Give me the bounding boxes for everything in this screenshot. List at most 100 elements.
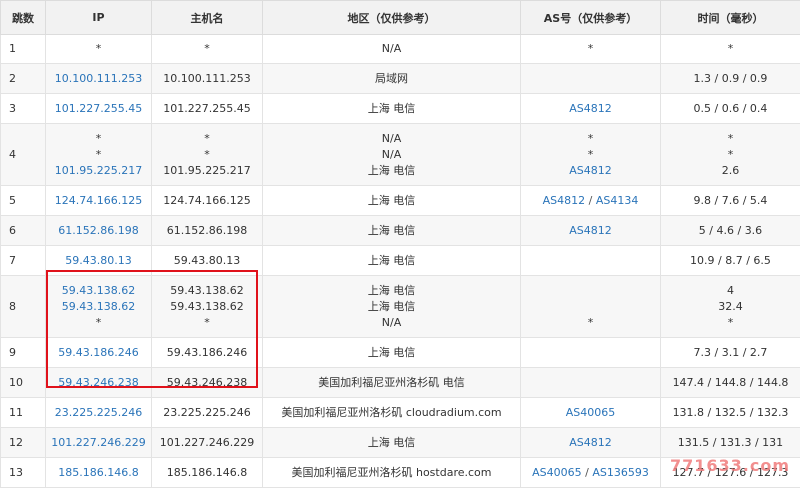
region-cell: N/AN/A上海 电信 [263,124,521,186]
time-cell: 131.5 / 131.3 / 131 [661,428,800,458]
as-link[interactable]: AS4812 [569,436,612,449]
hostname-cell: 101.227.246.229 [152,428,263,458]
hop-number: 8 [9,300,16,313]
as-line: AS4812 [521,101,660,117]
ip-link[interactable]: 101.227.246.229 [51,436,145,449]
as-cell [521,368,661,398]
table-row: 3101.227.255.45101.227.255.45上海 电信AS4812… [1,94,800,124]
ip-line: 59.43.186.246 [46,345,151,361]
region-value: 上海 电信 [263,299,520,315]
time-cell: 9.8 / 7.6 / 5.4 [661,186,800,216]
as-separator: / [585,194,596,207]
as-separator: / [582,466,593,479]
as-link[interactable]: AS4812 [569,102,612,115]
region-value: 上海 电信 [263,163,520,179]
ip-line: 59.43.246.238 [46,375,151,391]
ip-cell: 61.152.86.198 [46,216,152,246]
region-value: 上海 电信 [263,193,520,209]
table-header-row: 跳数 IP 主机名 地区（仅供参考） AS号（仅供参考） 时间（毫秒） [1,1,800,35]
region-value: 上海 电信 [263,435,520,451]
header-hop: 跳数 [1,1,46,35]
as-cell: * [521,35,661,64]
region-cell: 美国加利福尼亚州洛杉矶 cloudradium.com [263,398,521,428]
as-link[interactable]: AS4812 [569,224,612,237]
hostname-cell: 185.186.146.8 [152,458,263,488]
region-value: 美国加利福尼亚州洛杉矶 电信 [263,375,520,391]
time-value: 5 / 4.6 / 3.6 [661,223,800,239]
as-timeout: * [588,42,594,55]
ip-link[interactable]: 59.43.80.13 [65,254,131,267]
hostname-cell: 59.43.186.246 [152,338,263,368]
hop-number: 2 [9,72,16,85]
hop-number: 12 [9,436,23,449]
as-link[interactable]: AS136593 [592,466,649,479]
ip-link[interactable]: 101.95.225.217 [55,164,142,177]
ip-link[interactable]: 59.43.246.238 [58,376,138,389]
as-link[interactable]: AS40065 [566,406,616,419]
as-cell: AS4812 [521,94,661,124]
hostname-value: 59.43.186.246 [152,345,262,361]
time-value: * [661,147,800,163]
as-cell [521,246,661,276]
hostname-cell: 61.152.86.198 [152,216,263,246]
as-line: * [521,147,660,163]
hop-number: 4 [9,148,16,161]
as-link[interactable]: AS4812 [543,194,586,207]
ip-cell: 59.43.186.246 [46,338,152,368]
as-line: * [521,41,660,57]
ip-cell: * [46,35,152,64]
time-cell: 131.8 / 132.5 / 132.3 [661,398,800,428]
ip-line: * [46,147,151,163]
traceroute-table: 跳数 IP 主机名 地区（仅供参考） AS号（仅供参考） 时间（毫秒） 1**N… [0,0,800,488]
as-link[interactable]: AS40065 [532,466,582,479]
hostname-cell: 101.227.255.45 [152,94,263,124]
as-link[interactable]: AS4134 [596,194,639,207]
ip-line: 10.100.111.253 [46,71,151,87]
hop-number: 11 [9,406,23,419]
hop-cell: 9 [1,338,46,368]
ip-link[interactable]: 59.43.186.246 [58,346,138,359]
region-value: 上海 电信 [263,345,520,361]
hop-number: 1 [9,42,16,55]
time-value: * [661,41,800,57]
hop-number: 7 [9,254,16,267]
as-timeout: * [588,148,594,161]
ip-timeout: * [96,316,102,329]
region-value: N/A [263,131,520,147]
ip-link[interactable]: 185.186.146.8 [58,466,138,479]
time-value: * [661,131,800,147]
region-cell: 上海 电信上海 电信N/A [263,276,521,338]
ip-line: 124.74.166.125 [46,193,151,209]
as-line: AS4812 [521,435,660,451]
ip-link[interactable]: 61.152.86.198 [58,224,138,237]
ip-timeout: * [96,42,102,55]
ip-cell: 101.227.255.45 [46,94,152,124]
hostname-value: 101.95.225.217 [152,163,262,179]
ip-line: * [46,315,151,331]
ip-cell: 185.186.146.8 [46,458,152,488]
table-row: 1059.43.246.23859.43.246.238美国加利福尼亚州洛杉矶 … [1,368,800,398]
as-cell: AS4812 / AS4134 [521,186,661,216]
ip-cell: 59.43.80.13 [46,246,152,276]
as-line: AS4812 [521,163,660,179]
ip-link[interactable]: 23.225.225.246 [55,406,142,419]
ip-link[interactable]: 101.227.255.45 [55,102,142,115]
time-value: 147.4 / 144.8 / 144.8 [661,375,800,391]
hop-number: 6 [9,224,16,237]
ip-line: * [46,131,151,147]
as-cell: AS4812 [521,428,661,458]
hop-cell: 12 [1,428,46,458]
hop-cell: 3 [1,94,46,124]
hop-cell: 4 [1,124,46,186]
time-value: 4 [661,283,800,299]
as-cell: AS40065 / AS136593 [521,458,661,488]
region-cell: 局域网 [263,64,521,94]
ip-link[interactable]: 59.43.138.62 [62,284,135,297]
as-link[interactable]: AS4812 [569,164,612,177]
ip-link[interactable]: 10.100.111.253 [55,72,142,85]
as-line: AS40065 / AS136593 [521,465,660,481]
as-line [521,71,660,87]
ip-link[interactable]: 124.74.166.125 [55,194,142,207]
ip-link[interactable]: 59.43.138.62 [62,300,135,313]
hostname-value: * [152,131,262,147]
